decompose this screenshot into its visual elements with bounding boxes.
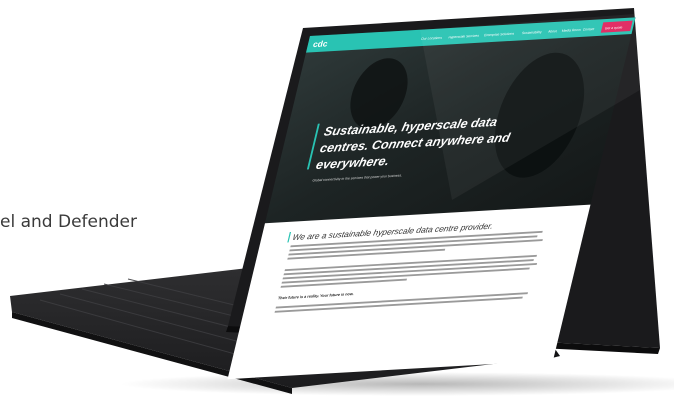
ground-shadow xyxy=(120,372,674,396)
tablet: cdc Our Locations Hyperscale Services En… xyxy=(226,8,660,380)
site-logo[interactable]: cdc xyxy=(312,38,329,49)
tablet-keyboard-scene: cdc Our Locations Hyperscale Services En… xyxy=(10,8,674,396)
